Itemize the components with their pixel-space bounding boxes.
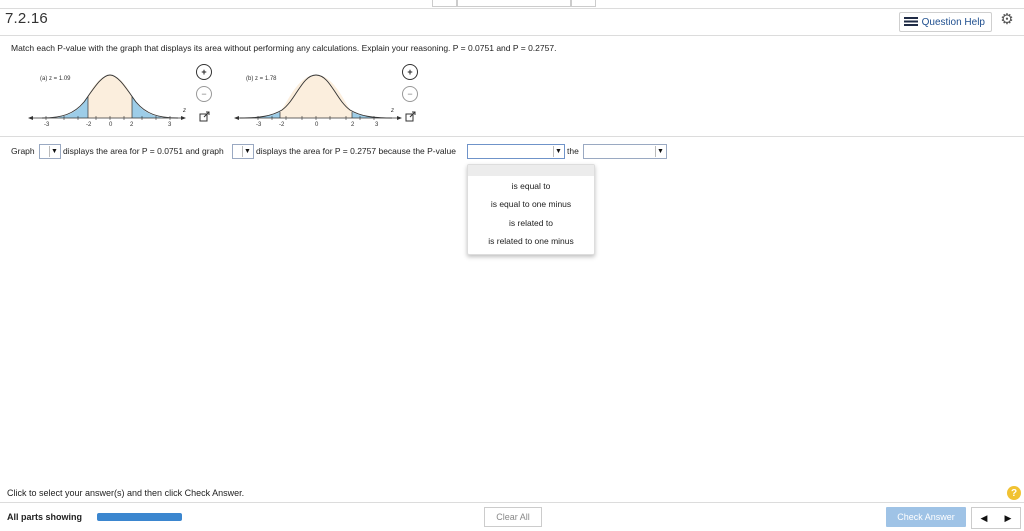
prev-arrow-icon[interactable]: ◀ — [972, 508, 996, 528]
divider — [0, 35, 1024, 36]
tick-label: 0 — [315, 122, 319, 128]
popout-icon[interactable] — [198, 110, 210, 122]
zoom-in-icon[interactable]: + — [402, 64, 418, 80]
zoom-out-icon[interactable]: − — [196, 86, 212, 102]
graph-word: Graph — [11, 146, 35, 156]
dropdown-arrow-icon: ▼ — [655, 146, 665, 157]
parts-showing-label: All parts showing — [7, 512, 83, 522]
answer-text-1: displays the area for P = 0.0751 and gra… — [63, 146, 224, 156]
graph-b: (b) z = 1.78 -3 -2 0 2 3 z — [234, 70, 404, 132]
menu-option-is-equal-to[interactable]: is equal to — [468, 181, 594, 191]
divider — [0, 136, 1024, 137]
help-icon[interactable]: ? — [1007, 486, 1021, 500]
zoom-out-icon[interactable]: − — [402, 86, 418, 102]
tick-label: -3 — [256, 122, 262, 128]
menu-highlight — [468, 165, 594, 176]
question-nav: ◀ ▶ — [971, 507, 1021, 529]
tick-label: 2 — [351, 122, 355, 128]
value-dropdown[interactable]: ▼ — [583, 144, 667, 159]
divider — [0, 8, 1024, 9]
tick-label: 2 — [130, 122, 134, 128]
graph-dropdown-1[interactable]: ▼ — [39, 144, 61, 159]
graph-dropdown-2[interactable]: ▼ — [232, 144, 254, 159]
tab-fragment — [432, 0, 458, 7]
dropdown-arrow-icon: ▼ — [553, 146, 563, 157]
clear-all-button[interactable]: Clear All — [484, 507, 542, 527]
tick-label: -3 — [44, 122, 50, 128]
answer-text-2: displays the area for P = 0.2757 because… — [256, 146, 456, 156]
zoom-in-icon[interactable]: + — [196, 64, 212, 80]
tab-fragment — [456, 0, 572, 7]
menu-option-is-related-to[interactable]: is related to — [468, 218, 594, 228]
relation-dropdown-menu: is equal to is equal to one minus is rel… — [467, 164, 595, 255]
graph-a-curve — [28, 74, 186, 120]
dropdown-arrow-icon: ▼ — [242, 146, 252, 157]
gear-icon[interactable]: ⚙ — [1000, 12, 1014, 27]
question-help-label: Question Help — [921, 16, 985, 28]
tab-fragment — [570, 0, 596, 7]
progress-bar — [97, 513, 182, 521]
tick-label: 3 — [375, 122, 379, 128]
dropdown-arrow-icon: ▼ — [49, 146, 59, 157]
tick-label: -2 — [279, 122, 285, 128]
next-arrow-icon[interactable]: ▶ — [996, 508, 1020, 528]
question-number: 7.2.16 — [5, 10, 48, 27]
tick-label: -2 — [86, 122, 92, 128]
axis-letter: z — [391, 108, 394, 114]
popout-icon[interactable] — [404, 110, 416, 122]
question-instruction: Match each P-value with the graph that d… — [11, 43, 557, 53]
menu-option-is-related-to-one-minus[interactable]: is related to one minus — [468, 236, 594, 246]
check-answer-button[interactable]: Check Answer — [886, 507, 966, 527]
tick-label: 0 — [109, 122, 113, 128]
menu-option-is-equal-to-one-minus[interactable]: is equal to one minus — [468, 199, 594, 209]
axis-letter: z — [183, 108, 186, 114]
tick-label: 3 — [168, 122, 172, 128]
top-tab-strip — [0, 0, 1024, 7]
graph-a: (a) z = 1.09 -3 -2 0 2 3 z — [28, 70, 188, 132]
footer-message: Click to select your answer(s) and then … — [7, 488, 245, 498]
divider — [0, 502, 1024, 503]
relation-dropdown[interactable]: ▼ — [467, 144, 565, 159]
question-help-button[interactable]: Question Help — [898, 12, 992, 32]
answer-text-3: the — [567, 146, 579, 156]
list-icon — [903, 17, 918, 27]
